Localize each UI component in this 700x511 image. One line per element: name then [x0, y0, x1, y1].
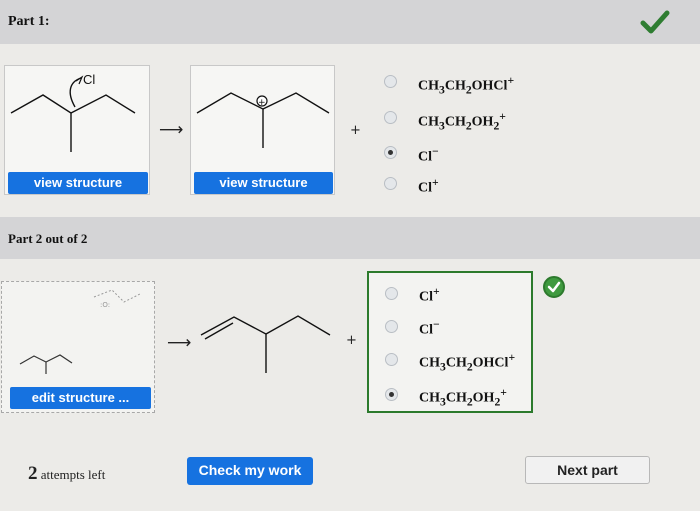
chlorine-label: Cl [83, 72, 95, 87]
part2-option-1-radio[interactable] [385, 287, 398, 300]
plus-sign-part2: + [346, 333, 357, 348]
part1-option-2-radio[interactable] [384, 111, 397, 124]
part1-option-4-label: Cl+ [418, 176, 439, 196]
part2-option-1-label: Cl+ [419, 285, 440, 305]
part1-option-2-label: CH3CH2OH2+ [418, 110, 506, 133]
part2-option-4-radio[interactable] [385, 388, 398, 401]
part2-header: Part 2 out of 2 [0, 217, 700, 259]
part1-option-1-label: CH3CH2OHCl+ [418, 74, 515, 97]
reactant-structure-panel: Cl view structure [4, 65, 150, 195]
part2-title: Part 2 out of 2 [8, 231, 88, 246]
alkene-product-structure [200, 315, 331, 373]
part1-option-1-radio[interactable] [384, 75, 397, 88]
attempts-left: 2 attempts left [28, 463, 105, 485]
svg-text:+: + [258, 98, 266, 108]
part2-option-2-radio[interactable] [385, 320, 398, 333]
part2-option-2-label: Cl− [419, 318, 440, 338]
checkmark-icon [640, 10, 670, 34]
part1-header: Part 1: [0, 0, 700, 44]
check-circle-icon [543, 276, 565, 298]
intermediate-structure-panel: + view structure [190, 65, 335, 195]
check-my-work-button[interactable]: Check my work [187, 457, 313, 485]
part2-option-4-label: CH3CH2OH2+ [419, 386, 507, 409]
edit-structure-button[interactable]: edit structure ... [10, 387, 151, 409]
part1-title: Part 1: [8, 14, 50, 29]
next-part-button[interactable]: Next part [525, 456, 650, 484]
part2-option-3-label: CH3CH2OHCl+ [419, 351, 516, 374]
part2-drawing-area[interactable]: :O: edit structure ... [1, 281, 155, 413]
part2-option-3-radio[interactable] [385, 353, 398, 366]
right-arrow-icon: ⟶ [167, 333, 192, 353]
part1-option-3-label: Cl− [418, 145, 439, 165]
svg-text::O:: :O: [100, 301, 110, 309]
part1-option-3-radio[interactable] [384, 146, 397, 159]
view-structure-button-2[interactable]: view structure [194, 172, 333, 194]
attempts-text: attempts left [40, 467, 106, 482]
plus-sign-part1: + [350, 123, 361, 138]
attempts-count: 2 [28, 463, 38, 484]
right-arrow-icon: ⟶ [159, 120, 184, 140]
view-structure-button-1[interactable]: view structure [8, 172, 148, 194]
part1-option-4-radio[interactable] [384, 177, 397, 190]
